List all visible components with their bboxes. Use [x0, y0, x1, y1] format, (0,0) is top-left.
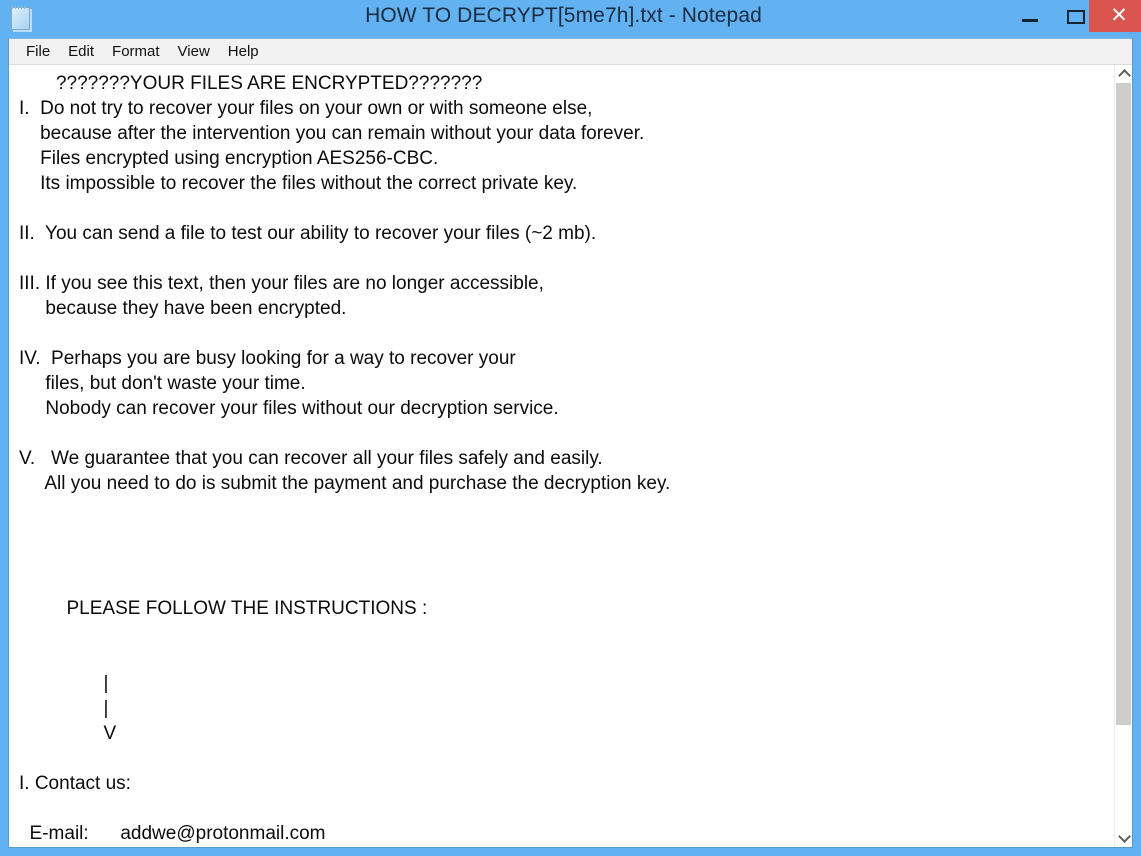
scroll-up-button[interactable]: [1115, 65, 1132, 83]
document-line: I. Do not try to recover your files on y…: [19, 98, 593, 119]
document-line: IV. Perhaps you are busy looking for a w…: [19, 348, 516, 369]
document-line: ???????YOUR FILES ARE ENCRYPTED???????: [19, 73, 483, 94]
title-bar[interactable]: HOW TO DECRYPT[5me7h].txt - Notepad ✕: [0, 0, 1141, 38]
menu-item-view[interactable]: View: [169, 41, 219, 63]
vertical-scrollbar[interactable]: [1114, 65, 1132, 847]
menu-item-file[interactable]: File: [17, 41, 59, 63]
document-line: BitMessage: BM-2cXAZEBNLBtSpyxGyhYpqZw99…: [19, 846, 1114, 847]
document-line: Files encrypted using encryption AES256-…: [19, 148, 439, 169]
scrollbar-track[interactable]: [1115, 83, 1132, 829]
document-line: files, but don't waste your time.: [19, 373, 306, 394]
window-title: HOW TO DECRYPT[5me7h].txt - Notepad: [365, 4, 762, 27]
document-line: II. You can send a file to test our abil…: [19, 223, 597, 244]
document-line: Its impossible to recover the files with…: [19, 173, 578, 194]
minimize-button[interactable]: [1007, 0, 1053, 32]
document-line: E-mail: addwe@protonmail.com: [19, 823, 326, 844]
document-line: I. Contact us:: [19, 773, 131, 794]
notepad-window: HOW TO DECRYPT[5me7h].txt - Notepad ✕ Fi…: [0, 0, 1141, 856]
close-icon: ✕: [1110, 4, 1128, 27]
menu-item-format[interactable]: Format: [103, 41, 169, 63]
menu-item-help[interactable]: Help: [219, 41, 268, 63]
scroll-down-button[interactable]: [1115, 829, 1132, 847]
scrollbar-thumb[interactable]: [1116, 83, 1131, 725]
document-line: because they have been encrypted.: [19, 298, 347, 319]
document-line: |: [19, 673, 109, 694]
document-line: All you need to do is submit the payment…: [19, 473, 671, 494]
document-line: PLEASE FOLLOW THE INSTRUCTIONS :: [19, 598, 428, 619]
document-line: III. If you see this text, then your fil…: [19, 273, 544, 294]
text-editor-area[interactable]: ???????YOUR FILES ARE ENCRYPTED??????? I.…: [9, 65, 1132, 847]
menu-bar: File Edit Format View Help: [9, 39, 1132, 65]
document-text[interactable]: ???????YOUR FILES ARE ENCRYPTED??????? I.…: [9, 65, 1114, 847]
document-line: V: [19, 723, 117, 744]
menu-item-edit[interactable]: Edit: [59, 41, 103, 63]
chevron-up-icon: [1118, 69, 1131, 82]
document-line: Nobody can recover your files without ou…: [19, 398, 559, 419]
close-button[interactable]: ✕: [1089, 0, 1141, 32]
chevron-down-icon: [1118, 830, 1131, 843]
document-line: |: [19, 698, 109, 719]
document-line: V. We guarantee that you can recover all…: [19, 448, 603, 469]
window-client-area: File Edit Format View Help ???????YOUR F…: [8, 38, 1133, 848]
maximize-icon: [1067, 10, 1085, 24]
document-line: because after the intervention you can r…: [19, 123, 645, 144]
minimize-icon: [1022, 19, 1038, 22]
